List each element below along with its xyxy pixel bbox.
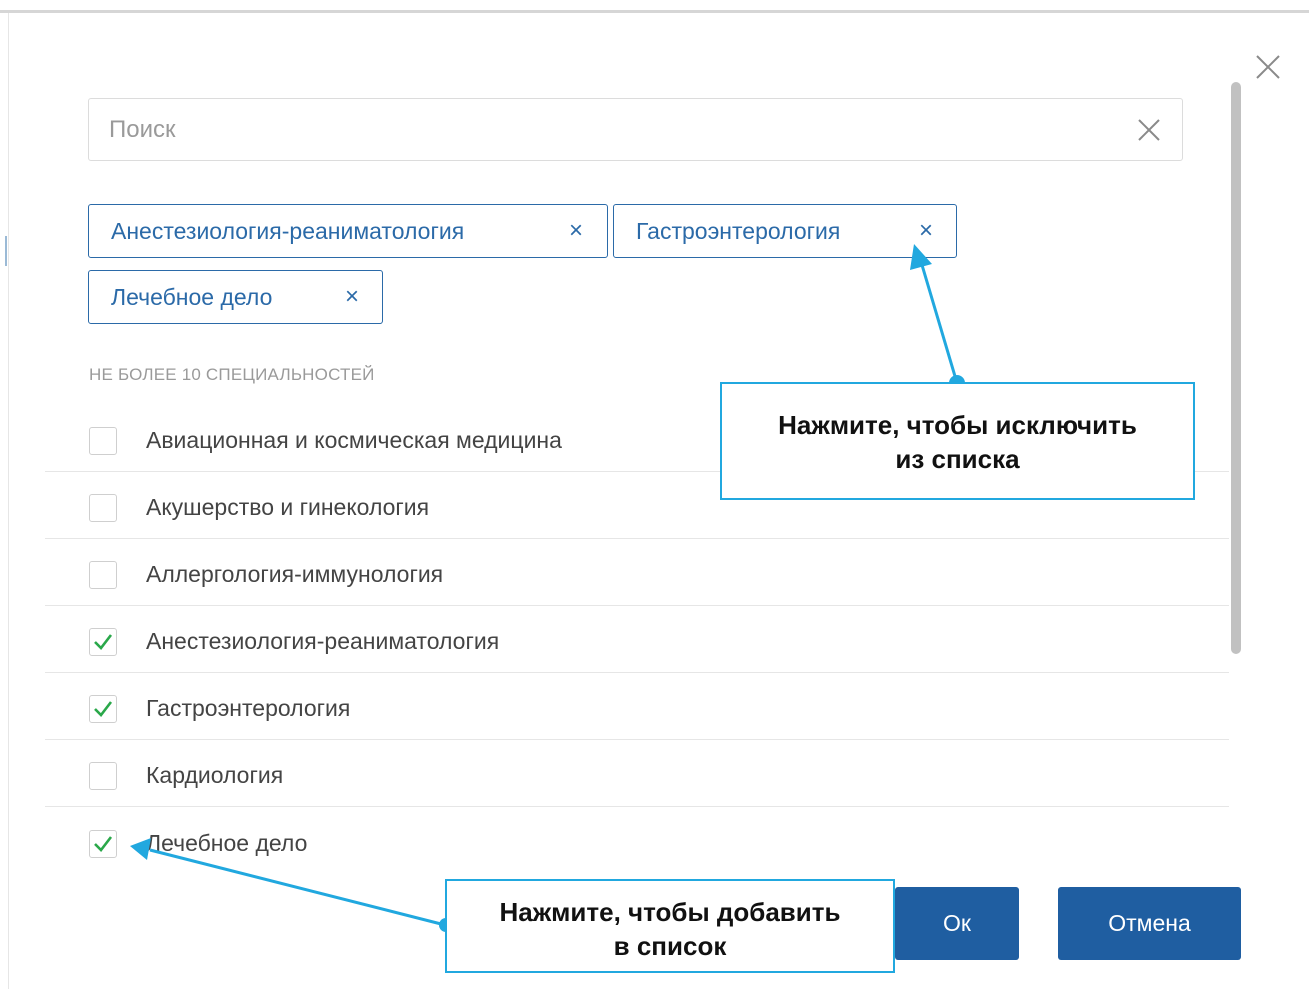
callout-add-line2: в список [613,931,727,961]
callout-exclude-line1: Нажмите, чтобы исключить [778,410,1137,440]
callout-exclude: Нажмите, чтобы исключить из списка [720,382,1195,500]
callout-exclude-line2: из списка [895,444,1020,474]
callout-add-line1: Нажмите, чтобы добавить [499,897,841,927]
callout-add: Нажмите, чтобы добавить в список [445,879,895,973]
